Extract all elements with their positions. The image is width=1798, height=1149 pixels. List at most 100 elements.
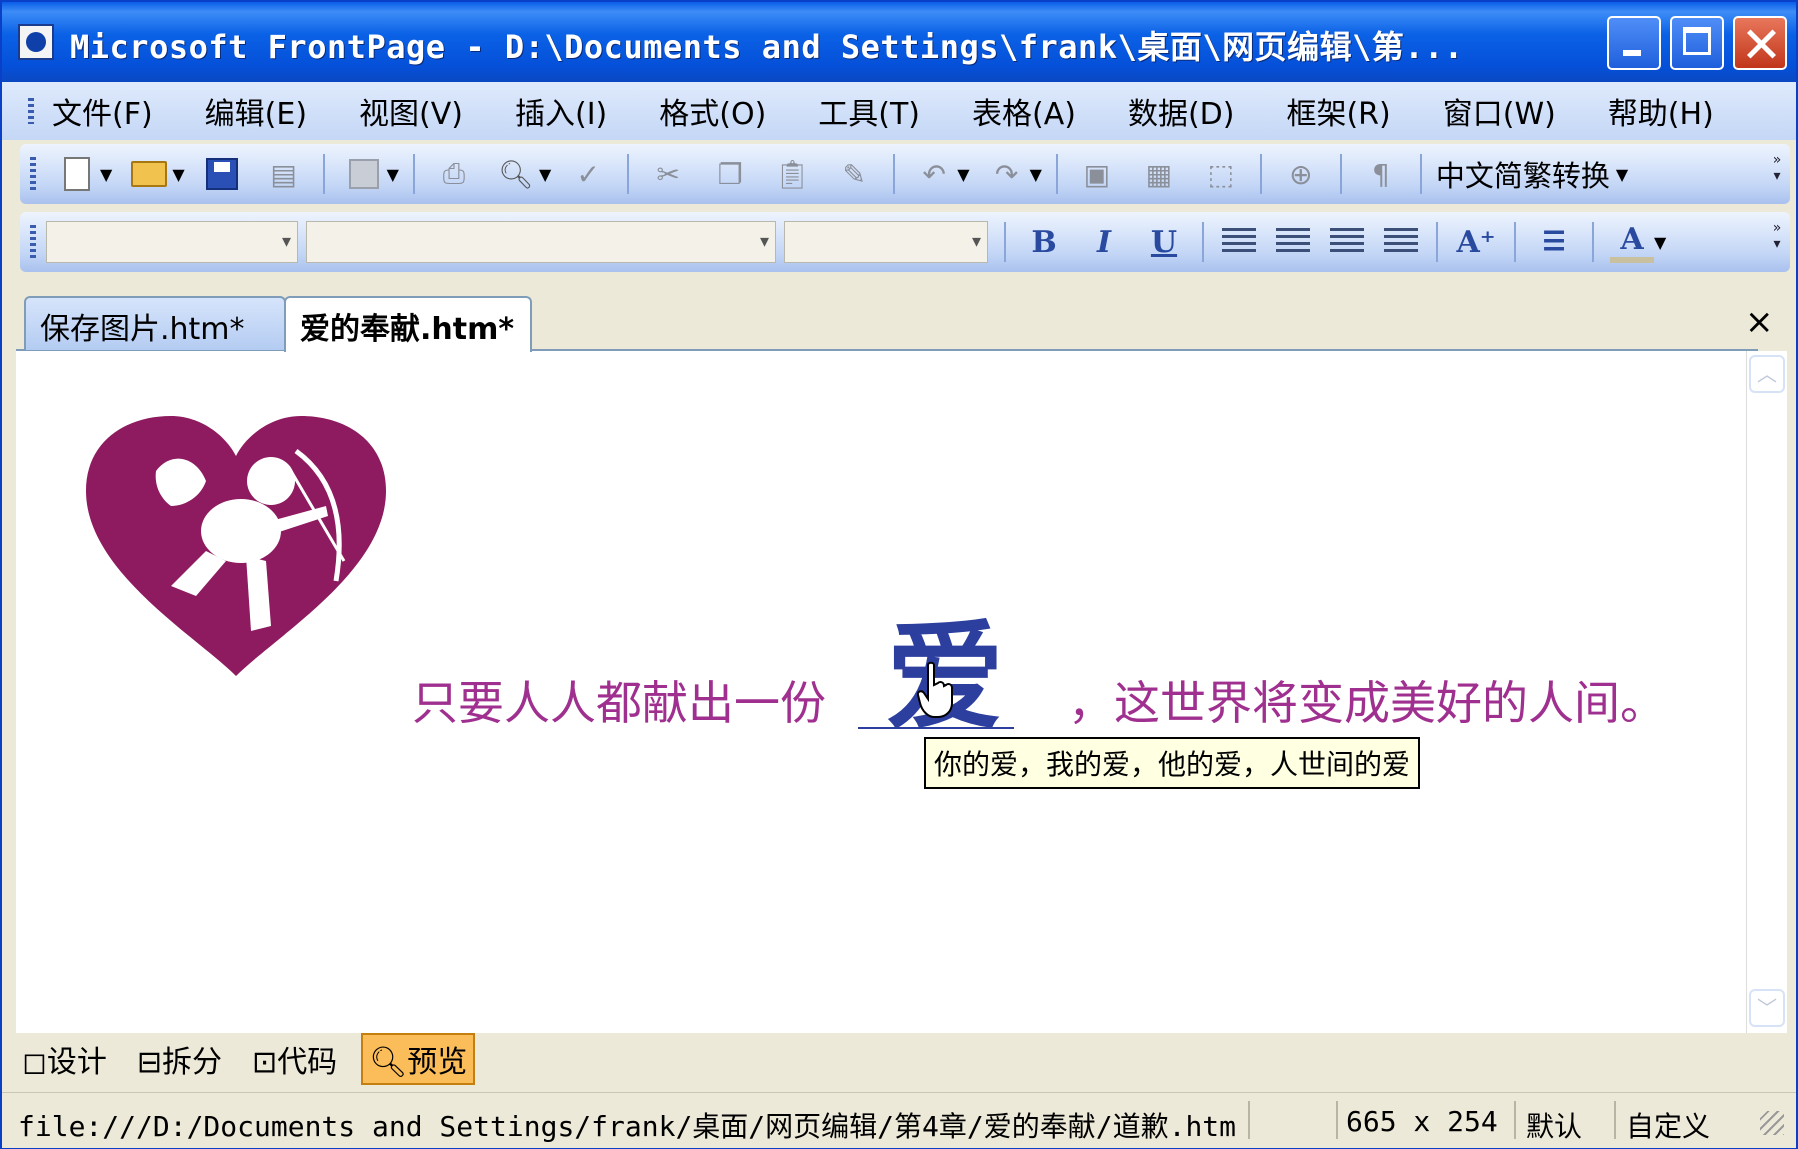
window-title: Microsoft FrontPage - D:\Documents and S… (70, 28, 1464, 66)
font-color-icon[interactable]: A (1610, 221, 1654, 263)
insert-layer-icon[interactable]: ⬚ (1201, 154, 1241, 194)
redo-icon[interactable]: ↷ (987, 154, 1027, 194)
toolbar-separator (1419, 154, 1422, 194)
save-icon[interactable] (202, 154, 242, 194)
view-tab-code[interactable]: ⊡代码 (246, 1035, 343, 1083)
toolbar-separator (1004, 222, 1006, 262)
menu-view[interactable]: 视图(V) (359, 89, 463, 133)
open-dropdown-icon[interactable]: ▼ (172, 165, 184, 184)
menu-insert[interactable]: 插入(I) (515, 89, 607, 133)
toolbar-separator (1259, 154, 1262, 194)
web-component-dropdown-icon[interactable]: ▼ (387, 165, 399, 184)
toolbar-separator (627, 154, 630, 194)
toolbar-grip-handle[interactable] (30, 157, 36, 191)
menu-edit[interactable]: 编辑(E) (205, 89, 307, 133)
align-left-icon[interactable] (1222, 228, 1256, 256)
new-dropdown-icon[interactable]: ▼ (100, 165, 112, 184)
split-icon: ⊟ (136, 1045, 163, 1080)
link-tooltip: 你的爱，我的爱，他的爱，人世间的爱 (924, 737, 1421, 789)
redo-dropdown-icon[interactable]: ▼ (1030, 165, 1042, 184)
menu-table[interactable]: 表格(A) (972, 89, 1076, 133)
print-icon[interactable]: ⎙ (434, 154, 474, 194)
view-tab-design[interactable]: ◻设计 (16, 1035, 113, 1083)
tab-love-dedication[interactable]: 爱的奉献.htm* (284, 296, 532, 352)
bold-button[interactable]: B (1022, 220, 1066, 264)
toolbar-separator (1436, 222, 1438, 262)
code-icon: ⊡ (252, 1045, 278, 1080)
toolbar-options-chevron-icon[interactable]: » ▾ (1770, 152, 1784, 184)
resize-grip-icon[interactable] (1760, 1111, 1784, 1135)
toolbar-separator (412, 154, 415, 194)
toolbar-separator (1055, 154, 1058, 194)
bullet-list-icon[interactable]: ☰ (1532, 220, 1576, 264)
style-select[interactable] (46, 221, 298, 263)
menu-data[interactable]: 数据(D) (1128, 89, 1235, 133)
scroll-up-icon[interactable]: ︿ (1749, 355, 1785, 393)
maximize-button[interactable] (1670, 16, 1724, 70)
justify-icon[interactable] (1384, 228, 1418, 256)
toolbar-separator (1592, 222, 1594, 262)
preview-dropdown-icon[interactable]: ▼ (539, 165, 551, 184)
print-preview-icon[interactable]: 🔍︎ (496, 154, 536, 194)
frontpage-app-icon[interactable] (18, 24, 54, 60)
menu-window[interactable]: 窗口(W) (1443, 89, 1556, 133)
chinese-conversion-button[interactable]: 中文简繁转换 (1436, 153, 1610, 195)
status-dimensions: 665 x 254 (1346, 1105, 1498, 1138)
font-select[interactable] (306, 221, 776, 263)
toolbar-separator (1514, 222, 1516, 262)
scroll-down-icon[interactable]: ﹀ (1749, 989, 1785, 1027)
close-button[interactable] (1733, 16, 1787, 70)
title-bar[interactable]: Microsoft FrontPage - D:\Documents and S… (2, 2, 1796, 82)
increase-font-size-icon[interactable]: A⁺ (1454, 220, 1498, 264)
cut-icon[interactable]: ✂ (648, 154, 688, 194)
open-folder-icon[interactable] (129, 154, 169, 194)
view-mode-bar: ◻设计 ⊟拆分 ⊡代码 🔍︎预览 (16, 1033, 1786, 1085)
page-preview-area[interactable]: 只要人人都献出一份 爱 ，这世界将变成美好的人间。 你的爱，我的爱，他的爱，人世… (16, 351, 1746, 1033)
tab-save-image[interactable]: 保存图片.htm* (24, 296, 286, 350)
toolbar-separator (893, 154, 896, 194)
hyperlink-icon[interactable]: ⊕ (1281, 154, 1321, 194)
formatting-toolbar: B I U A⁺ ☰ A ▼ »▾ (20, 212, 1790, 272)
web-component-icon[interactable] (344, 154, 384, 194)
toolbar-separator (322, 154, 325, 194)
italic-button[interactable]: I (1082, 220, 1126, 264)
menu-grip-handle[interactable] (28, 98, 34, 124)
show-formatting-icon[interactable]: ¶ (1361, 154, 1401, 194)
menu-frames[interactable]: 框架(R) (1286, 89, 1390, 133)
menu-tools[interactable]: 工具(T) (818, 89, 920, 133)
publish-icon[interactable]: ▤ (264, 154, 304, 194)
menu-help[interactable]: 帮助(H) (1608, 89, 1714, 133)
minimize-button[interactable] (1607, 16, 1661, 70)
view-tab-split[interactable]: ⊟拆分 (131, 1035, 228, 1083)
status-custom: 自定义 (1626, 1110, 1711, 1143)
align-center-icon[interactable] (1276, 228, 1310, 256)
undo-icon[interactable]: ↶ (914, 154, 954, 194)
spelling-icon[interactable]: ✓ (568, 154, 608, 194)
menu-file[interactable]: 文件(F) (52, 89, 153, 133)
format-painter-icon[interactable]: ✎ (834, 154, 874, 194)
underline-button[interactable]: U (1142, 220, 1186, 264)
font-size-select[interactable] (784, 221, 988, 263)
insert-table-icon[interactable]: ▦ (1139, 154, 1179, 194)
close-document-icon[interactable]: × (1745, 302, 1774, 342)
copy-icon[interactable]: ❐ (710, 154, 750, 194)
align-right-icon[interactable] (1330, 228, 1364, 256)
status-bar: file:///D:/Documents and Settings/frank/… (2, 1092, 1796, 1148)
new-page-icon[interactable] (57, 154, 97, 194)
paste-icon[interactable]: 📋︎ (772, 154, 812, 194)
toolbar-options-chevron-icon[interactable]: » ▾ (1770, 220, 1784, 252)
line-text-left: 只要人人都献出一份 (412, 676, 826, 730)
status-divider (1514, 1101, 1516, 1139)
menu-format[interactable]: 格式(O) (659, 89, 766, 133)
line-text-right: ，这世界将变成美好的人间。 (1068, 676, 1666, 730)
preview-icon: 🔍︎ (369, 1045, 408, 1080)
toolbar-grip-handle[interactable] (30, 225, 36, 259)
conversion-dropdown-icon[interactable]: ▼ (1616, 165, 1628, 184)
vertical-scrollbar[interactable]: ︿ ﹀ (1746, 351, 1787, 1033)
undo-dropdown-icon[interactable]: ▼ (957, 165, 969, 184)
view-tab-preview[interactable]: 🔍︎预览 (361, 1033, 476, 1085)
insert-image-icon[interactable]: ▣ (1077, 154, 1117, 194)
toolbar-separator (1339, 154, 1342, 194)
font-color-dropdown-icon[interactable]: ▼ (1654, 233, 1666, 252)
cupid-heart-image (86, 416, 386, 676)
